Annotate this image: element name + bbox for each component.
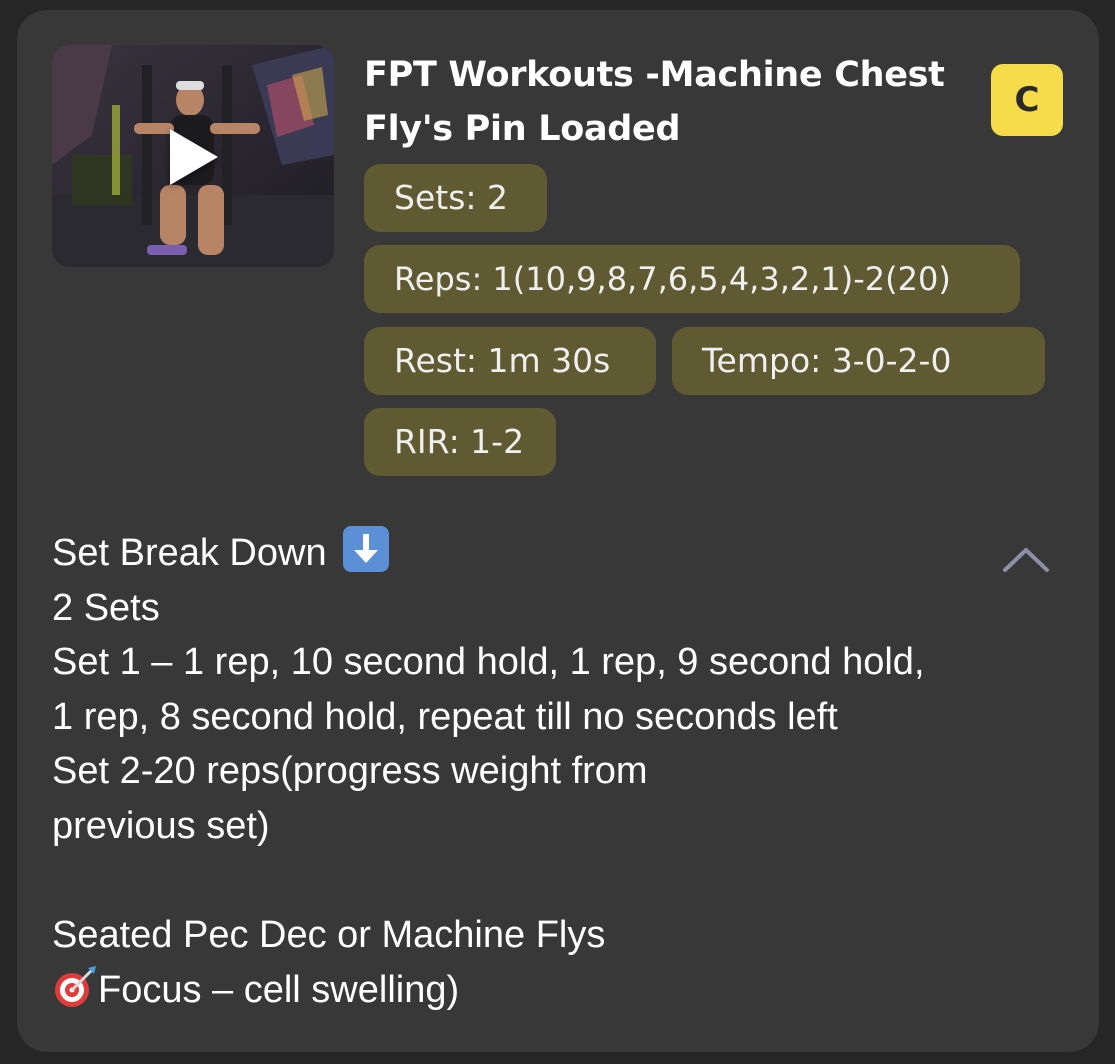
tempo-chip: Tempo: 3-0-2-0 (672, 327, 1045, 395)
focus-line: Focus – cell swelling) (52, 963, 1012, 1018)
sets-chip: Sets: 2 (364, 164, 547, 232)
breakdown-line: Set 2-20 reps(progress weight from (52, 750, 648, 793)
breakdown-heading: Set Break Down (52, 532, 327, 574)
breakdown-heading-line: Set Break Down (52, 526, 1012, 581)
breakdown-line: 2 Sets (52, 586, 160, 629)
exercise-title: FPT Workouts -Machine Chest Fly's Pin Lo… (364, 55, 945, 149)
focus-text: Focus – cell swelling) (98, 968, 460, 1011)
video-thumbnail[interactable] (52, 45, 334, 267)
breakdown-line: Seated Pec Dec or Machine Flys (52, 914, 606, 957)
reps-chip: Reps: 1(10,9,8,7,6,5,4,3,2,1)-2(20) (364, 245, 1020, 313)
exercise-card: FPT Workouts -Machine Chest Fly's Pin Lo… (17, 10, 1099, 1052)
down-arrow-icon (343, 526, 390, 572)
breakdown-line: Set 1 – 1 rep, 10 second hold, 1 rep, 9 … (52, 641, 925, 684)
breakdown-blank-line (52, 854, 1012, 909)
breakdown-line: previous set) (52, 804, 270, 847)
play-icon[interactable] (170, 129, 218, 185)
breakdown-line: 1 rep, 8 second hold, repeat till no sec… (52, 695, 838, 738)
rest-chip: Rest: 1m 30s (364, 327, 656, 395)
set-breakdown-text: Set Break Down 2 Sets Set 1 – 1 rep, 10 … (52, 526, 1012, 1017)
grade-badge: C (991, 64, 1063, 136)
target-icon (55, 965, 96, 1007)
rir-chip: RIR: 1-2 (364, 408, 556, 476)
